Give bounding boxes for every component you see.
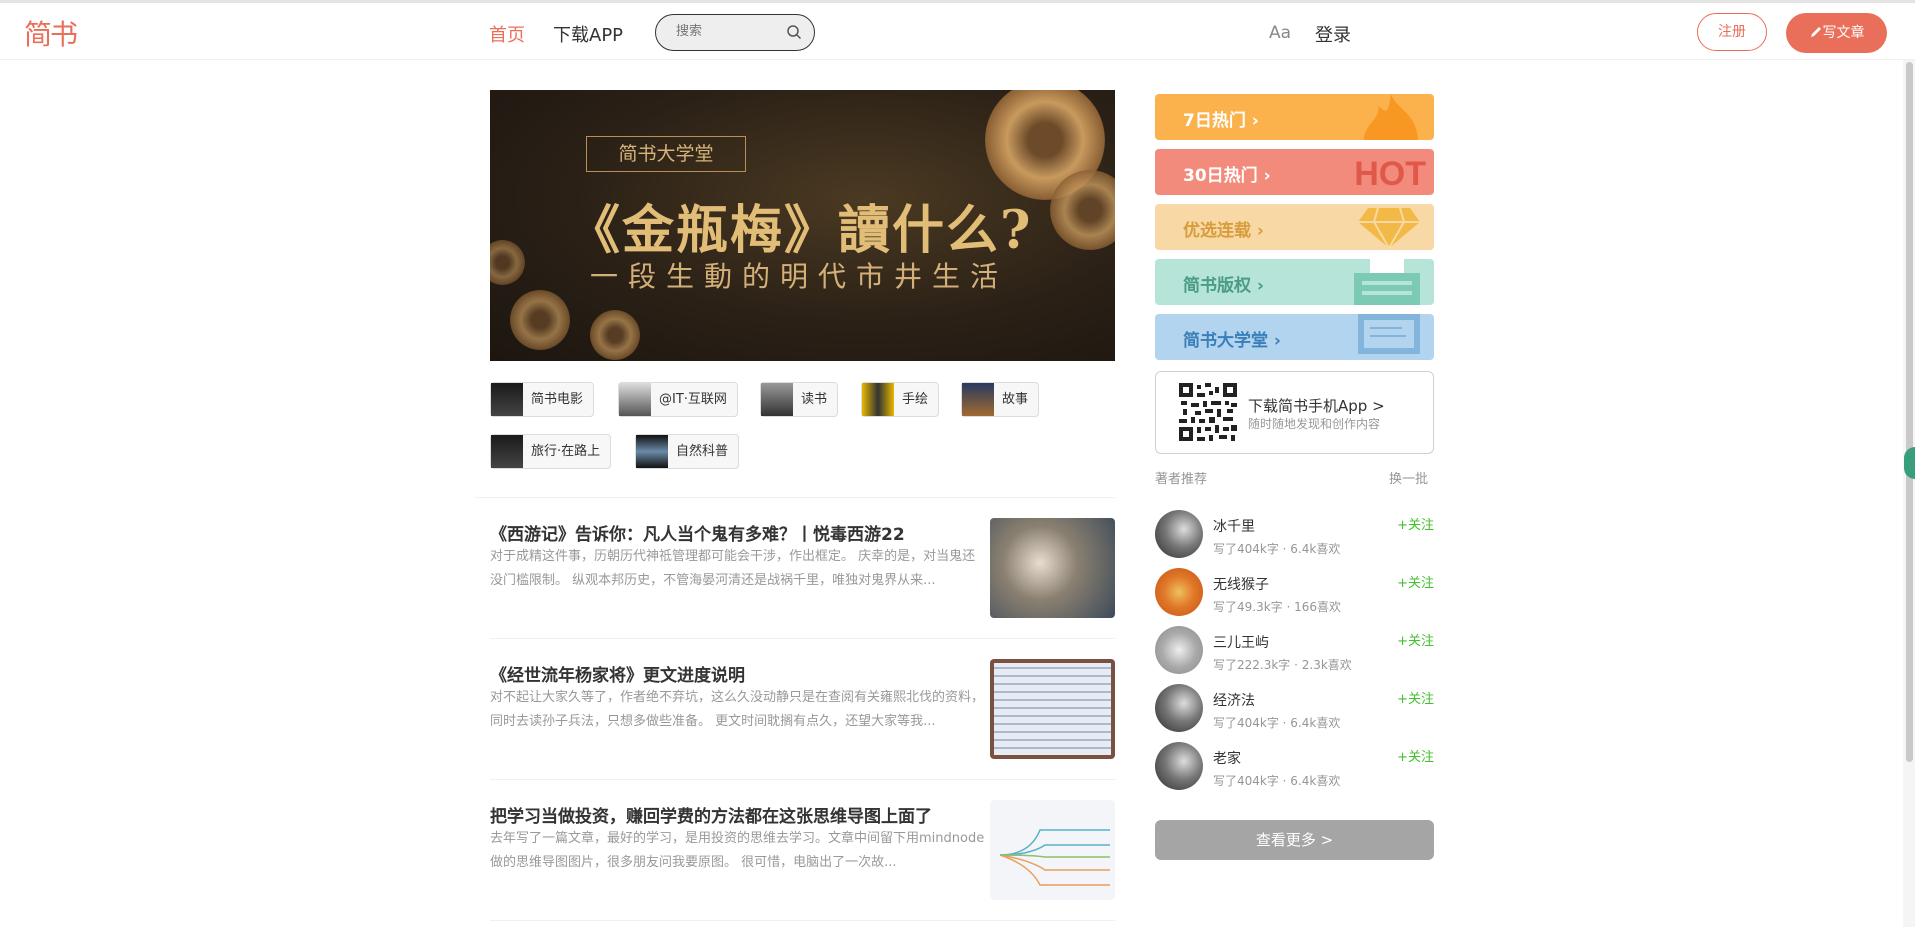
follow-button[interactable]: +关注 xyxy=(1397,688,1434,707)
author-item: 老家 写了404k字 · 6.4k喜欢 +关注 xyxy=(1155,742,1434,792)
banner-tag: 简书大学堂 xyxy=(586,136,746,172)
diamond-icon xyxy=(1358,207,1420,249)
nav-home-link[interactable]: 首页 xyxy=(489,21,525,47)
section-divider xyxy=(475,497,1115,498)
collection-thumbnail xyxy=(491,435,523,468)
author-name[interactable]: 无线猴子 xyxy=(1213,574,1269,594)
author-name[interactable]: 三儿王屿 xyxy=(1213,632,1269,652)
author-meta: 写了404k字 · 6.4k喜欢 xyxy=(1213,774,1341,788)
collection-thumbnail xyxy=(761,383,793,416)
download-app-card[interactable]: 下载简书手机App > 随时随地发现和创作内容 xyxy=(1155,371,1434,454)
banner-carousel[interactable]: 简书大学堂 《金瓶梅》讀什么? 一段生動的明代市井生活 xyxy=(490,90,1115,361)
typewriter-icon xyxy=(1354,259,1420,305)
blackboard-icon xyxy=(1358,314,1420,354)
search-input[interactable] xyxy=(674,23,778,40)
article-thumbnail[interactable] xyxy=(990,800,1115,900)
mindmap-graphic xyxy=(999,829,1110,886)
board-university[interactable]: 简书大学堂 › xyxy=(1155,314,1434,360)
top-navbar: 简书 首页 下载APP Aa 登录 注册 写文章 xyxy=(0,3,1915,60)
search-box[interactable] xyxy=(655,14,815,51)
collection-thumbnail xyxy=(491,383,523,416)
collection-thumbnail xyxy=(636,435,668,468)
view-more-button[interactable]: 查看更多 > xyxy=(1155,820,1434,860)
write-article-label: 写文章 xyxy=(1822,25,1865,41)
flower-decoration xyxy=(1050,170,1115,250)
hot-icon: HOT xyxy=(1354,155,1426,193)
follow-button[interactable]: +关注 xyxy=(1397,572,1434,591)
article-thumbnail[interactable] xyxy=(990,659,1115,759)
avatar[interactable] xyxy=(1155,510,1203,558)
register-button[interactable]: 注册 xyxy=(1697,13,1767,51)
write-article-button[interactable]: 写文章 xyxy=(1786,13,1887,53)
board-label: 简书版权 › xyxy=(1183,276,1264,296)
author-meta: 写了404k字 · 6.4k喜欢 xyxy=(1213,542,1341,556)
author-meta: 写了222.3k字 · 2.3k喜欢 xyxy=(1213,658,1352,672)
article-abstract: 对不起让大家久等了，作者绝不弃坑，这么久没动静只是在查阅有关雍熙北伐的资料，同时… xyxy=(490,690,985,729)
flower-decoration xyxy=(590,310,640,360)
nav-download-app-link[interactable]: 下载APP xyxy=(553,21,623,47)
banner-title: 《金瓶梅》讀什么? xyxy=(568,200,1033,261)
jianshu-logo[interactable]: 简书 xyxy=(24,13,78,53)
banner-subtitle: 一段生動的明代市井生活 xyxy=(590,260,1009,293)
collection-tag[interactable]: 自然科普 xyxy=(635,434,740,469)
font-size-toggle[interactable]: Aa xyxy=(1269,23,1291,43)
collection-tag[interactable]: 读书 xyxy=(760,382,839,417)
search-icon[interactable] xyxy=(786,24,802,40)
switch-batch-button[interactable]: 换一批 xyxy=(1389,468,1428,487)
article-abstract: 对于成精这件事，历朝历代神祗管理都可能会干涉，作出框定。 庆幸的是，对当鬼还没门… xyxy=(490,549,976,588)
author-meta: 写了404k字 · 6.4k喜欢 xyxy=(1213,716,1341,730)
article-title[interactable]: 《经世流年杨家将》更文进度说明 xyxy=(490,661,745,686)
author-item: 冰千里 写了404k字 · 6.4k喜欢 +关注 xyxy=(1155,510,1434,560)
article-divider xyxy=(490,920,1115,921)
board-label: 优选连载 › xyxy=(1183,221,1264,241)
author-item: 无线猴子 写了49.3k字 · 166喜欢 +关注 xyxy=(1155,568,1434,618)
avatar[interactable] xyxy=(1155,742,1203,790)
board-label: 7日热门 › xyxy=(1183,111,1259,131)
side-float-tab[interactable] xyxy=(1904,447,1915,479)
recommend-title: 著者推荐 xyxy=(1155,472,1208,487)
flower-decoration xyxy=(490,240,525,285)
collection-thumbnail xyxy=(962,383,994,416)
article-title[interactable]: 《西游记》告诉你：凡人当个鬼有多难？丨悦毒西游22 xyxy=(490,520,905,545)
board-weekly-hot[interactable]: 7日热门 › xyxy=(1155,94,1434,140)
board-serial[interactable]: 优选连载 › xyxy=(1155,204,1434,250)
flame-icon xyxy=(1364,94,1418,140)
author-item: 三儿王屿 写了222.3k字 · 2.3k喜欢 +关注 xyxy=(1155,626,1434,676)
article-abstract: 去年写了一篇文章，最好的学习，是用投资的思维去学习。文章中间留下用mindnod… xyxy=(490,831,985,870)
article-divider xyxy=(490,638,1115,639)
collection-thumbnail xyxy=(862,383,894,416)
follow-button[interactable]: +关注 xyxy=(1397,746,1434,765)
avatar[interactable] xyxy=(1155,684,1203,732)
collection-tag[interactable]: 故事 xyxy=(961,382,1040,417)
board-label: 简书大学堂 › xyxy=(1183,331,1281,351)
collection-tag[interactable]: 旅行·在路上 xyxy=(490,434,612,469)
download-app-subtitle: 随时随地发现和创作内容 xyxy=(1248,417,1381,431)
collection-thumbnail xyxy=(619,383,651,416)
flower-decoration xyxy=(510,290,570,350)
article-divider xyxy=(490,779,1115,780)
collection-tag[interactable]: 简书电影 xyxy=(490,382,595,417)
avatar[interactable] xyxy=(1155,568,1203,616)
avatar[interactable] xyxy=(1155,626,1203,674)
board-copyright[interactable]: 简书版权 › xyxy=(1155,259,1434,305)
article-thumbnail[interactable] xyxy=(990,518,1115,618)
qr-code-icon xyxy=(1179,383,1237,441)
board-label: 30日热门 › xyxy=(1183,166,1271,186)
download-app-title: 下载简书手机App > xyxy=(1248,397,1385,415)
collection-tag[interactable]: 手绘 xyxy=(861,382,940,417)
author-name[interactable]: 老家 xyxy=(1213,748,1241,768)
author-name[interactable]: 经济法 xyxy=(1213,690,1255,710)
scrollbar-thumb[interactable] xyxy=(1906,62,1913,762)
author-name[interactable]: 冰千里 xyxy=(1213,516,1255,536)
board-monthly-hot[interactable]: HOT 30日热门 › xyxy=(1155,149,1434,195)
login-link[interactable]: 登录 xyxy=(1315,21,1351,47)
collection-tag[interactable]: @IT·互联网 xyxy=(618,382,738,417)
follow-button[interactable]: +关注 xyxy=(1397,630,1434,649)
author-item: 经济法 写了404k字 · 6.4k喜欢 +关注 xyxy=(1155,684,1434,734)
pencil-icon xyxy=(1810,27,1821,37)
author-meta: 写了49.3k字 · 166喜欢 xyxy=(1213,600,1342,614)
follow-button[interactable]: +关注 xyxy=(1397,514,1434,533)
article-title[interactable]: 把学习当做投资，赚回学费的方法都在这张思维导图上面了 xyxy=(490,802,932,827)
